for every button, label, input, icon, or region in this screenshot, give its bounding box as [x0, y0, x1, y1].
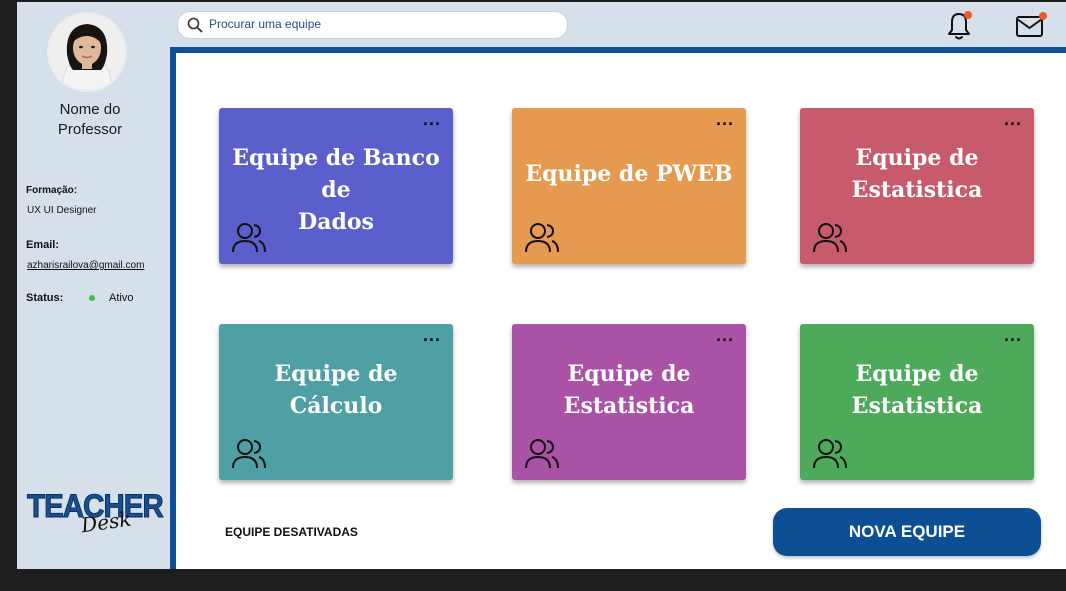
sidebar: Nome do Professor Formação: UX UI Design…: [17, 2, 170, 569]
team-members-icon: [232, 439, 266, 469]
card-menu-icon[interactable]: ...: [423, 110, 441, 128]
app-window: Nome do Professor Formação: UX UI Design…: [17, 2, 1066, 569]
team-members-icon: [813, 439, 847, 469]
mail-badge: [1039, 12, 1047, 20]
card-title-line2: Estatistica: [563, 393, 695, 419]
team-members-icon: [232, 223, 266, 253]
email-value[interactable]: azharisrailova@gmail.com: [27, 260, 144, 271]
status-label: Status:: [26, 292, 64, 304]
card-title-line1: Equipe de: [274, 361, 398, 387]
team-card-pweb[interactable]: ... Equipe de PWEB: [512, 108, 746, 264]
status-value: Ativo: [109, 292, 134, 304]
card-title-line1: Equipe de Banco de: [232, 145, 440, 203]
team-card-estatistica-1[interactable]: ... Equipe de Estatistica: [800, 108, 1034, 264]
card-title: Equipe de Estatistica: [512, 358, 746, 422]
notification-badge: [964, 11, 972, 19]
notification-bell-icon[interactable]: [943, 9, 975, 43]
search-input[interactable]: Procurar uma equipe: [209, 17, 321, 31]
card-title: Equipe de Cálculo: [219, 358, 453, 422]
deactivated-teams-link[interactable]: EQUIPE DESATIVADAS: [225, 525, 358, 539]
card-title-line1: Equipe de: [567, 361, 691, 387]
avatar-image: [49, 14, 125, 90]
card-menu-icon[interactable]: ...: [716, 326, 734, 344]
card-title: Equipe de PWEB: [512, 158, 746, 190]
card-title: Equipe de Estatistica: [800, 358, 1034, 422]
status-indicator: [89, 295, 95, 301]
card-title-line2: Cálculo: [289, 393, 383, 419]
mail-icon[interactable]: [1014, 11, 1048, 41]
new-team-button[interactable]: NOVA EQUIPE: [773, 508, 1041, 556]
team-card-estatistica-3[interactable]: ... Equipe de Estatistica: [800, 324, 1034, 480]
team-card-calculo[interactable]: ... Equipe de Cálculo: [219, 324, 453, 480]
team-members-icon: [813, 223, 847, 253]
card-title-line1: Equipe de: [855, 361, 979, 387]
card-title-line2: Estatistica: [851, 393, 983, 419]
card-menu-icon[interactable]: ...: [1004, 326, 1022, 344]
card-title-line2: Estatistica: [851, 177, 983, 203]
team-members-icon: [525, 439, 559, 469]
teacher-desk-logo: TEACHER Desk: [25, 488, 165, 538]
team-members-icon: [525, 223, 559, 253]
formacao-label: Formação:: [26, 185, 78, 196]
email-label: Email:: [26, 239, 60, 251]
card-menu-icon[interactable]: ...: [423, 326, 441, 344]
formacao-value: UX UI Designer: [27, 205, 97, 216]
search-icon: [187, 17, 203, 33]
avatar[interactable]: [49, 14, 125, 90]
professor-name-line2: Professor: [57, 121, 123, 138]
team-card-estatistica-2[interactable]: ... Equipe de Estatistica: [512, 324, 746, 480]
card-title-line1: Equipe de PWEB: [525, 161, 733, 187]
professor-name: Nome do Professor: [17, 100, 163, 140]
team-card-banco-de-dados[interactable]: ... Equipe de Banco de Dados: [219, 108, 453, 264]
card-title: Equipe de Estatistica: [800, 142, 1034, 206]
card-menu-icon[interactable]: ...: [1004, 110, 1022, 128]
card-title-line1: Equipe de: [855, 145, 979, 171]
card-menu-icon[interactable]: ...: [716, 110, 734, 128]
search-bar[interactable]: Procurar uma equipe: [177, 11, 568, 39]
professor-name-line1: Nome do: [59, 101, 121, 118]
